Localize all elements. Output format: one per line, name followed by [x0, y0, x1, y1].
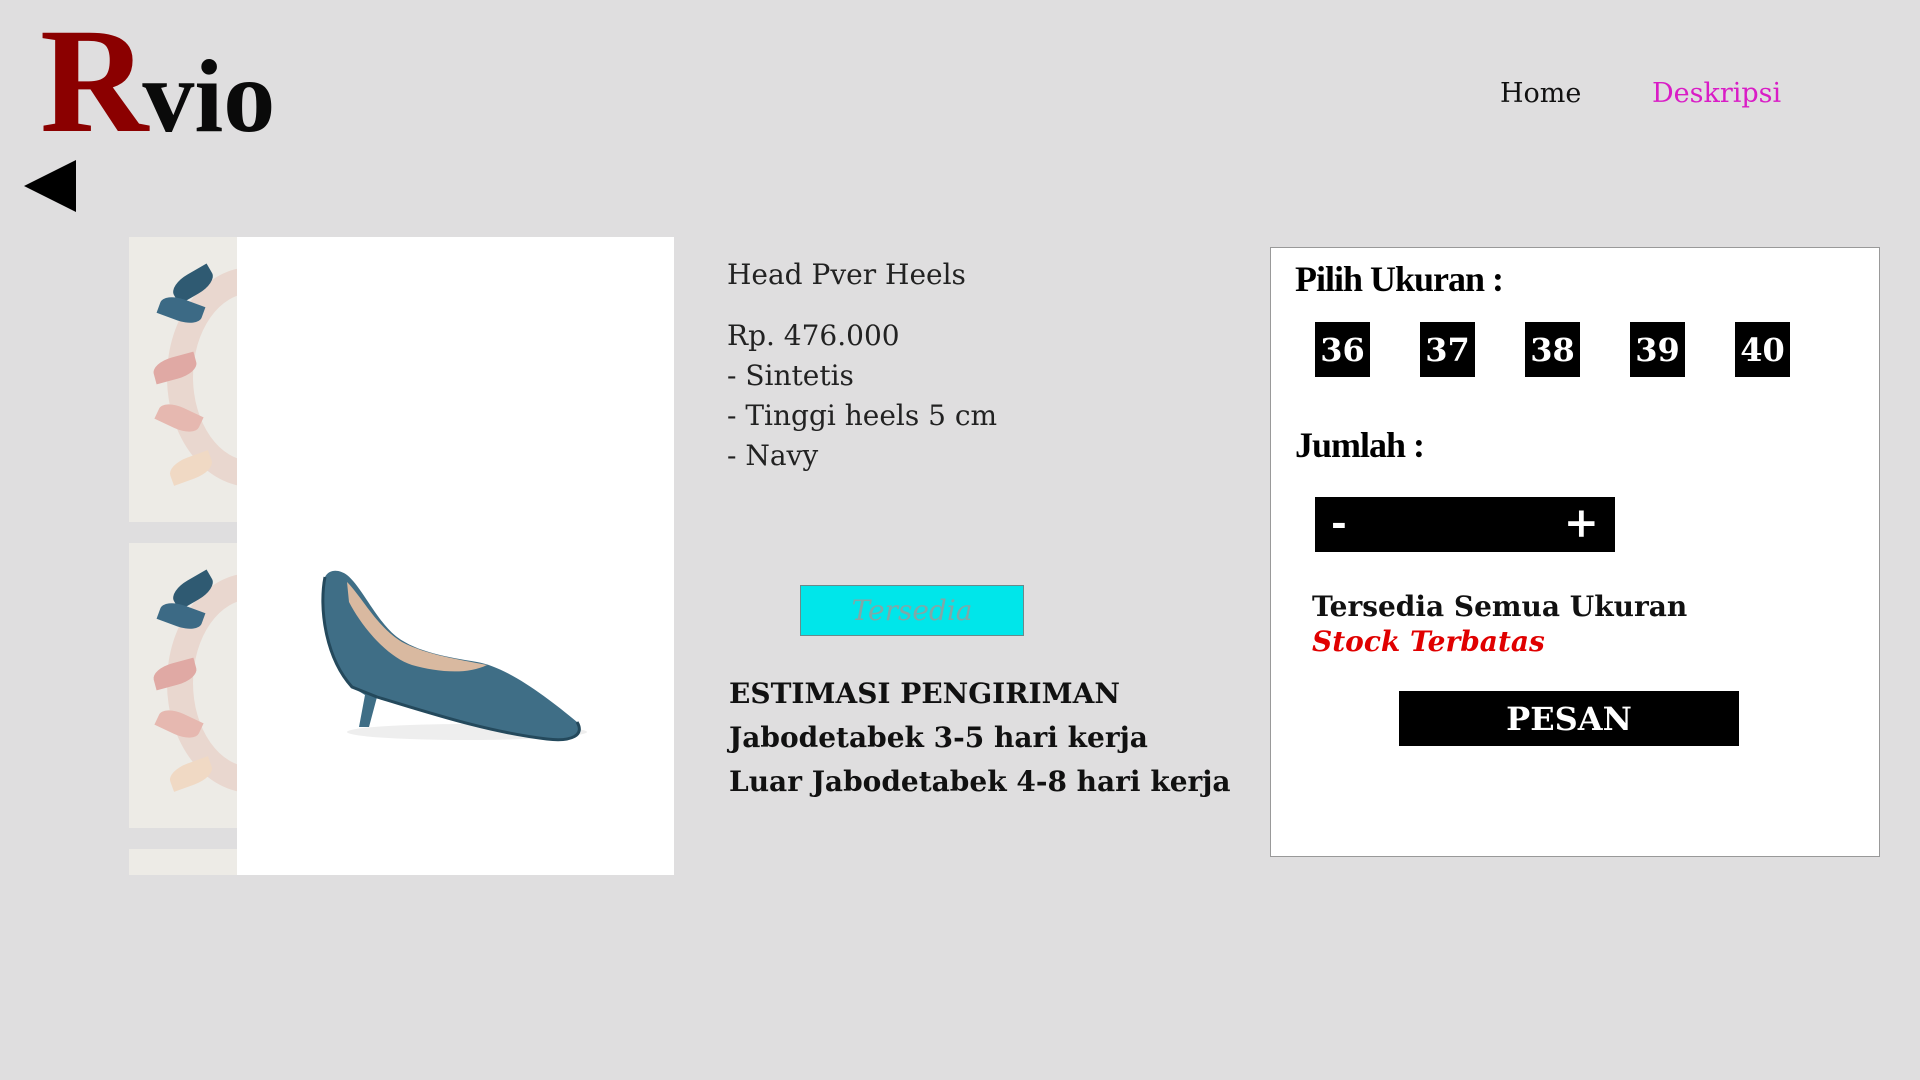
- availability-text: Tersedia Semua Ukuran: [1312, 590, 1688, 623]
- leaf-decoration: [166, 450, 216, 486]
- brand-logo[interactable]: Rvio: [40, 6, 275, 156]
- thumbnail-strip: [129, 237, 237, 875]
- shipping-title: ESTIMASI PENGIRIMAN: [729, 677, 1120, 710]
- size-label: Pilih Ukuran :: [1295, 259, 1504, 299]
- product-feature: - Navy: [727, 439, 819, 472]
- product-feature: - Tinggi heels 5 cm: [727, 399, 998, 432]
- product-details: Rp. 476.000 - Sintetis - Tinggi heels 5 …: [727, 316, 997, 476]
- stock-warning: Stock Terbatas: [1312, 625, 1545, 658]
- nav-deskripsi-link[interactable]: Deskripsi: [1652, 78, 1781, 109]
- product-price: Rp. 476.000: [727, 319, 900, 352]
- order-button[interactable]: PESAN: [1399, 691, 1739, 746]
- product-feature: - Sintetis: [727, 359, 854, 392]
- quantity-stepper: - +: [1315, 497, 1615, 552]
- availability-status-button[interactable]: Tersedia: [800, 585, 1024, 636]
- shipping-line: Jabodetabek 3-5 hari kerja: [729, 721, 1148, 754]
- order-panel: Pilih Ukuran : 36 37 38 39 40 Jumlah : -…: [1270, 247, 1880, 857]
- product-main-image: [237, 237, 674, 875]
- leaf-decoration: [166, 756, 216, 792]
- shipping-line: Luar Jabodetabek 4-8 hari kerja: [729, 765, 1231, 798]
- size-option-39[interactable]: 39: [1630, 322, 1685, 377]
- size-option-36[interactable]: 36: [1315, 322, 1370, 377]
- product-name: Head Pver Heels: [727, 258, 966, 291]
- size-options: 36 37 38 39 40: [1315, 322, 1790, 377]
- logo-initial: R: [40, 0, 148, 164]
- thumbnail-image[interactable]: [129, 849, 237, 875]
- thumbnail-image[interactable]: [129, 543, 237, 828]
- size-option-40[interactable]: 40: [1735, 322, 1790, 377]
- quantity-plus-button[interactable]: +: [1564, 497, 1599, 552]
- back-arrow-icon[interactable]: [24, 160, 76, 212]
- quantity-minus-button[interactable]: -: [1331, 497, 1347, 552]
- nav-home-link[interactable]: Home: [1500, 78, 1581, 109]
- shipping-estimate: ESTIMASI PENGIRIMAN Jabodetabek 3-5 hari…: [729, 672, 1231, 804]
- heel-shoe-illustration: [321, 570, 587, 742]
- thumbnail-image[interactable]: [129, 237, 237, 522]
- size-option-37[interactable]: 37: [1420, 322, 1475, 377]
- size-option-38[interactable]: 38: [1525, 322, 1580, 377]
- quantity-label: Jumlah :: [1295, 425, 1425, 465]
- logo-rest: vio: [142, 39, 276, 154]
